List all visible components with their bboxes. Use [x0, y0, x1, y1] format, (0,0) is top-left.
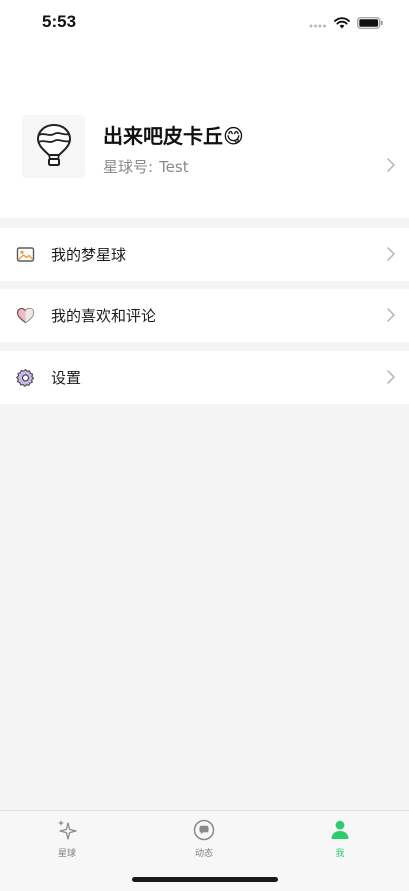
image-icon	[16, 245, 35, 264]
tab-planet[interactable]: 星球	[27, 819, 107, 863]
tab-label: 星球	[57, 849, 76, 859]
tab-label: 动态	[194, 849, 213, 859]
chevron-right-icon	[387, 307, 395, 326]
menu-item-likes-comments[interactable]: 我的喜欢和评论	[0, 289, 409, 342]
profile-page: 5:53 出来吧皮卡丘😋 星球号: Test 我的梦星球 我的喜欢和评论 设置 …	[0, 0, 409, 891]
person-icon	[329, 819, 351, 841]
profile-header[interactable]: 出来吧皮卡丘😋 星球号: Test	[0, 46, 409, 218]
signal-icon	[309, 14, 327, 33]
profile-id: 星球号: Test	[103, 156, 189, 177]
status-icons	[309, 15, 383, 31]
menu-item-label: 我的梦星球	[51, 246, 127, 264]
tab-label: 我	[335, 849, 345, 859]
chat-bubble-icon	[193, 819, 215, 841]
battery-icon	[357, 14, 383, 33]
menu-item-label: 我的喜欢和评论	[51, 307, 157, 325]
sparkle-icon	[56, 819, 78, 841]
profile-name: 出来吧皮卡丘😋	[103, 124, 244, 148]
menu-item-label: 设置	[51, 369, 82, 387]
hot-air-balloon-icon	[35, 123, 73, 171]
menu-item-dream-planet[interactable]: 我的梦星球	[0, 228, 409, 281]
status-time: 5:53	[42, 12, 77, 31]
home-indicator[interactable]	[132, 877, 278, 882]
status-bar: 5:53	[0, 0, 409, 46]
chevron-right-icon	[387, 246, 395, 265]
tab-feed[interactable]: 动态	[164, 819, 244, 863]
wifi-icon	[334, 14, 350, 33]
profile-id-label: 星球号:	[103, 158, 154, 176]
profile-id-value: Test	[159, 158, 189, 176]
heart-icon	[16, 306, 35, 325]
avatar[interactable]	[22, 115, 85, 178]
chevron-right-icon	[387, 369, 395, 388]
tab-me[interactable]: 我	[300, 819, 380, 863]
chevron-right-icon	[387, 157, 395, 176]
menu-item-settings[interactable]: 设置	[0, 351, 409, 404]
gear-icon	[16, 368, 35, 387]
